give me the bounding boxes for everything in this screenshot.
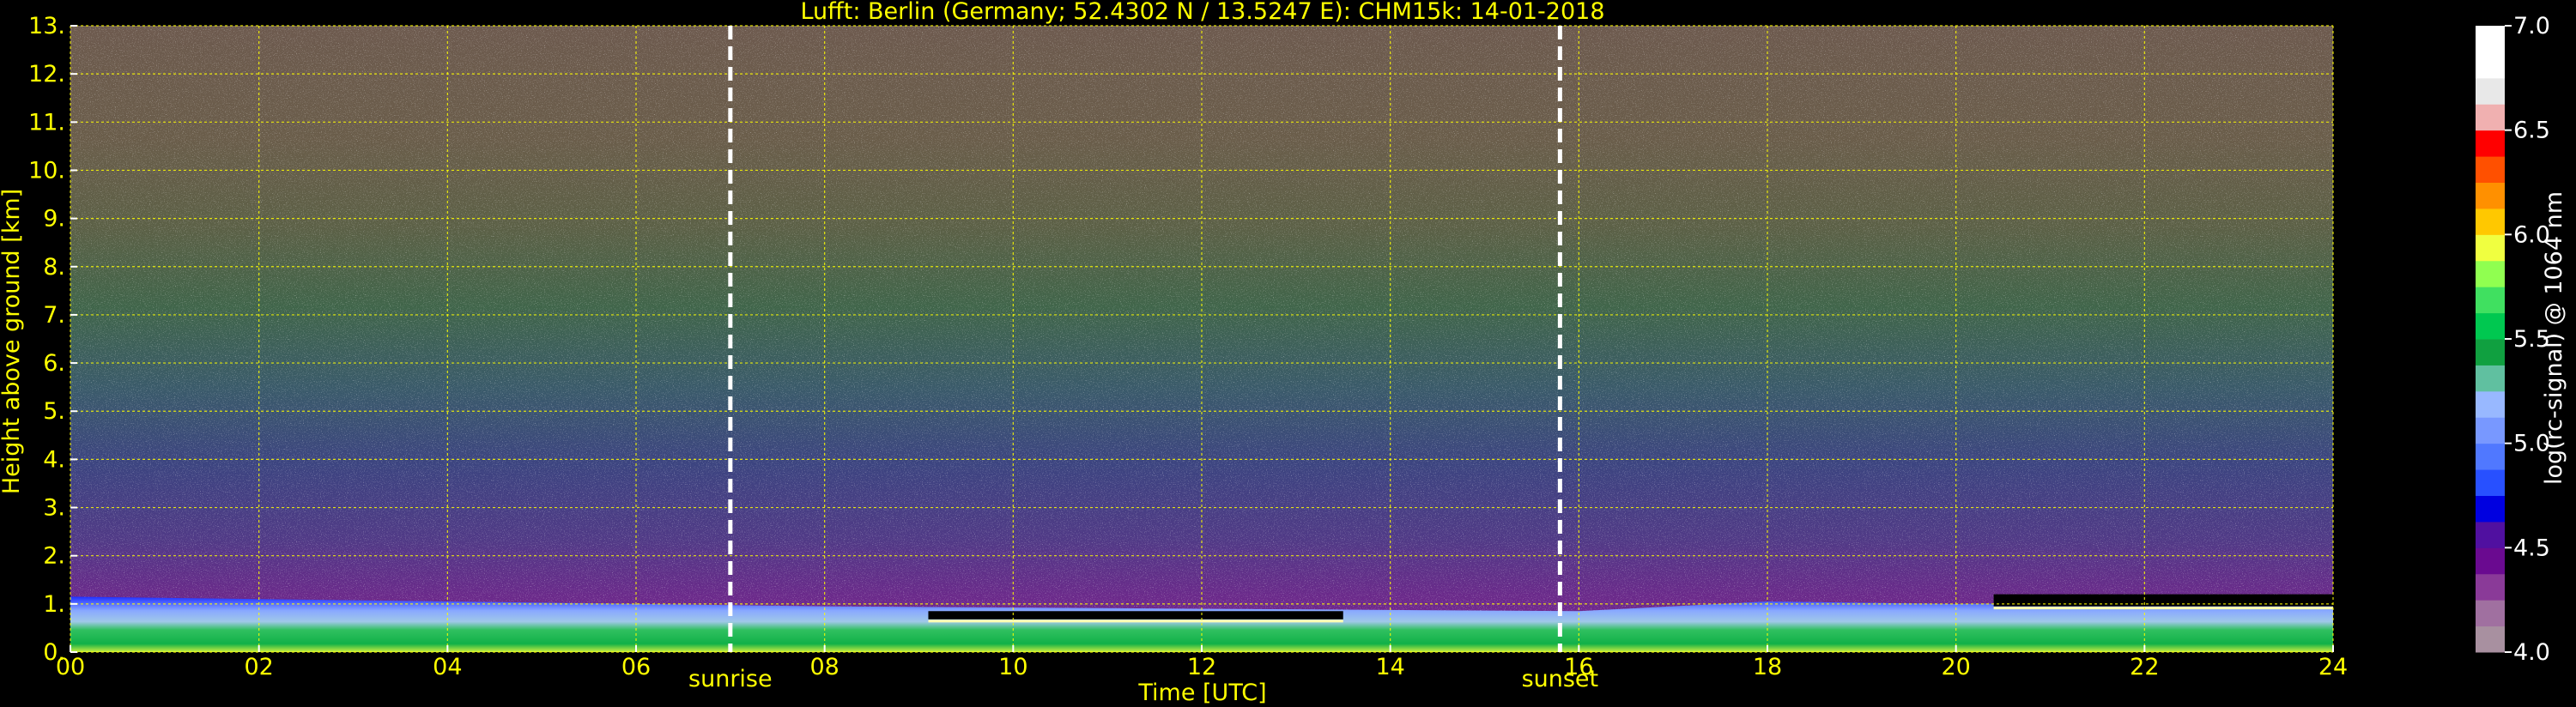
colorbar-segment-6 <box>2476 469 2505 496</box>
colorbar-segment-22 <box>2476 51 2505 79</box>
colorbar-segment-23 <box>2476 26 2505 52</box>
y-tick-label-1: 1. <box>43 591 65 618</box>
colorbar-segment-14 <box>2476 260 2505 287</box>
colorbar-segment-19 <box>2476 130 2505 157</box>
y-tick-label-5: 5. <box>43 398 65 425</box>
x-tick-label-7: 14 <box>1375 654 1404 680</box>
cloud-layer-2 <box>1993 594 2333 607</box>
y-tick-label-7: 7. <box>43 302 65 329</box>
y-axis-label: Height above ground [km] <box>0 189 25 494</box>
colorbar-tick-label-0: 4.0 <box>2513 639 2550 666</box>
plot-area: sunrise sunset <box>70 25 2334 692</box>
colorbar-segment-10 <box>2476 365 2505 392</box>
colorbar-segment-18 <box>2476 156 2505 183</box>
colorbar-segment-13 <box>2476 287 2505 314</box>
x-tick-label-5: 10 <box>998 654 1027 680</box>
colorbar-segment-1 <box>2476 600 2505 627</box>
colorbar: 4.04.55.05.56.06.57.0 <box>2476 13 2550 666</box>
y-tick-label-2: 2. <box>43 543 65 570</box>
colorbar-segment-3 <box>2476 547 2505 575</box>
cloud-layer-1 <box>928 611 1343 619</box>
colorbar-segment-9 <box>2476 390 2505 418</box>
colorbar-label: log(rc-signal) @ 1064 nm <box>2541 191 2567 485</box>
x-tick-label-12: 24 <box>2318 654 2348 680</box>
x-tick-label-6: 12 <box>1187 654 1216 680</box>
y-tick-label-6: 6. <box>43 350 65 377</box>
colorbar-segment-20 <box>2476 104 2505 131</box>
colorbar-segment-11 <box>2476 339 2505 366</box>
x-tick-label-10: 20 <box>1941 654 1970 680</box>
x-axis-label: Time [UTC] <box>1137 680 1266 706</box>
colorbar-segment-21 <box>2476 77 2505 105</box>
x-tick-label-9: 18 <box>1753 654 1782 680</box>
y-tick-label-0: 0. <box>43 639 65 666</box>
y-tick-label-8: 8. <box>43 254 65 281</box>
y-tick-label-4: 4. <box>43 446 65 473</box>
y-tick-label-13: 13. <box>28 13 65 39</box>
x-tick-label-1: 02 <box>244 654 273 680</box>
sunrise-label: sunrise <box>688 666 773 692</box>
y-tick-label-12: 12. <box>28 61 65 88</box>
x-tick-label-8: 16 <box>1564 654 1593 680</box>
colorbar-segment-17 <box>2476 182 2505 209</box>
x-tick-label-2: 04 <box>433 654 462 680</box>
colorbar-tick-label-1: 4.5 <box>2513 535 2550 561</box>
colorbar-segment-2 <box>2476 573 2505 601</box>
colorbar-tick-label-6: 7.0 <box>2513 13 2550 39</box>
ceilometer-figure: sunrise sunset 00 02 04 06 08 10 12 14 16 18 20 22 24… <box>0 0 2567 706</box>
colorbar-segment-8 <box>2476 417 2505 444</box>
x-tick-label-11: 22 <box>2130 654 2159 680</box>
colorbar-segment-7 <box>2476 443 2505 470</box>
y-tick-label-9: 9. <box>43 206 65 233</box>
colorbar-segment-15 <box>2476 234 2505 262</box>
colorbar-segment-12 <box>2476 312 2505 340</box>
colorbar-tick-label-5: 6.5 <box>2513 118 2550 144</box>
y-tick-label-11: 11. <box>28 109 65 136</box>
x-tick-label-3: 06 <box>621 654 651 680</box>
colorbar-segment-0 <box>2476 625 2505 653</box>
chart-title: Lufft: Berlin (Germany; 52.4302 N / 13.5… <box>800 0 1604 25</box>
y-tick-label-3: 3. <box>43 495 65 522</box>
x-tick-label-4: 08 <box>809 654 839 680</box>
colorbar-segment-4 <box>2476 521 2505 548</box>
y-tick-label-10: 10. <box>28 157 65 184</box>
colorbar-segment-5 <box>2476 495 2505 523</box>
colorbar-segment-16 <box>2476 208 2505 235</box>
